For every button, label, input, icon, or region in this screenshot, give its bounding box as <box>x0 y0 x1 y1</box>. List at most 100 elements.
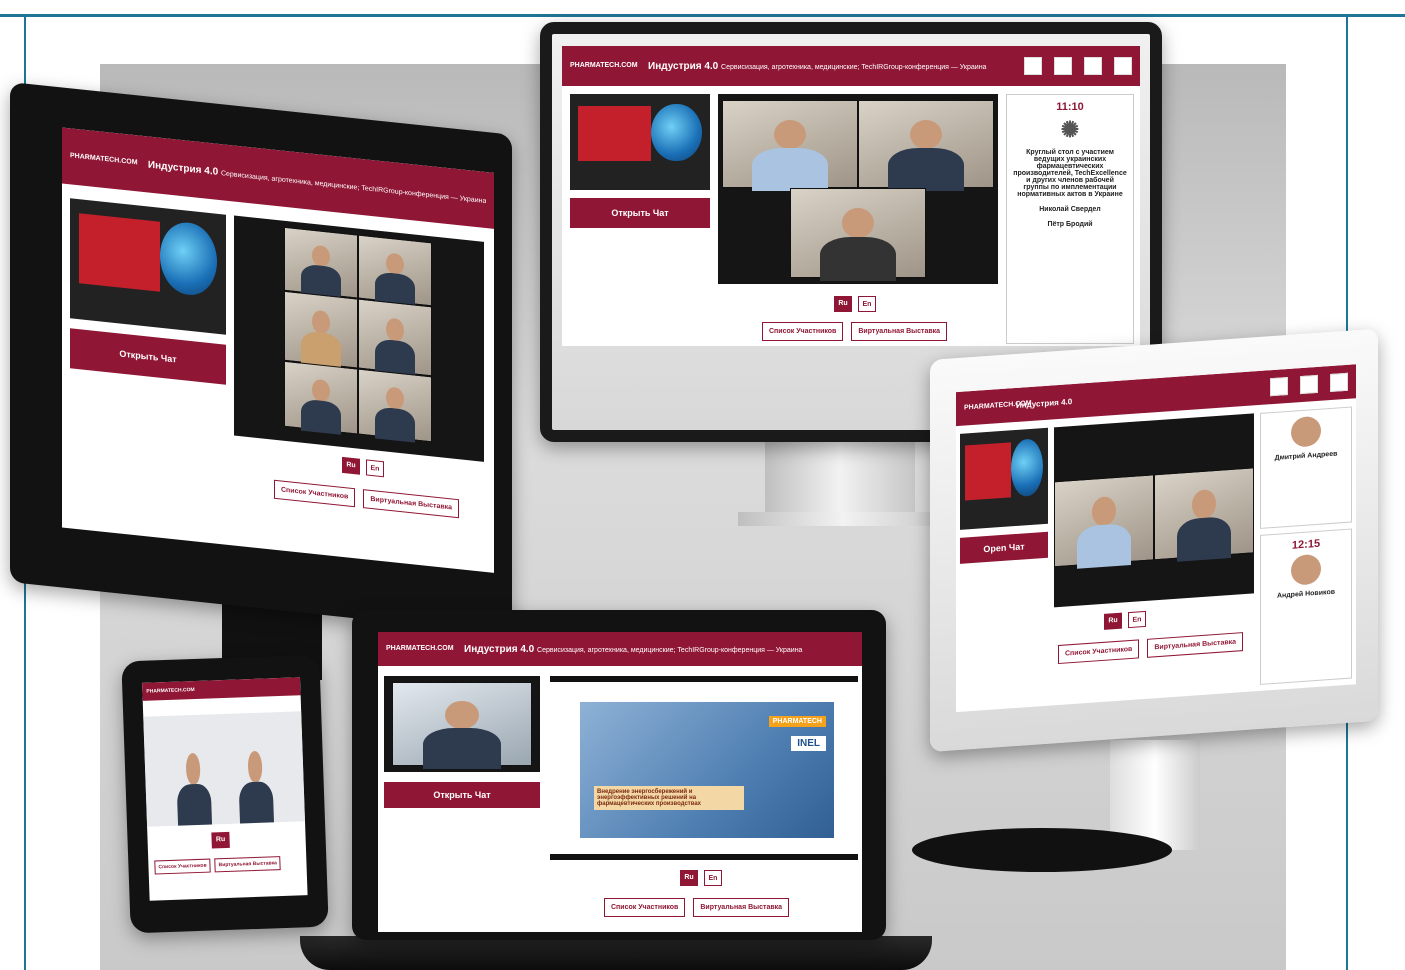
event-poster <box>960 427 1048 530</box>
site-logo: PHARMATECH.COM <box>146 686 195 695</box>
participant-tile <box>358 368 432 443</box>
participant-tile <box>358 234 432 307</box>
lang-en-button[interactable]: En <box>704 870 722 886</box>
lang-ru-button[interactable]: Ru <box>680 870 698 886</box>
lang-en-button[interactable]: En <box>366 459 384 478</box>
top-monitor-stand <box>765 440 915 520</box>
right-monitor: PHARMATECH.COM Индустрия 4.0 Open Чат Ru… <box>930 328 1378 752</box>
avatar <box>1291 553 1321 586</box>
participant-tile <box>224 730 287 827</box>
participants-button[interactable]: Список Участников <box>762 322 844 341</box>
site-logo: PHARMATECH.COM <box>70 152 138 167</box>
event-poster <box>570 94 710 190</box>
action-buttons: Список Участников Виртуальная Выставка <box>604 898 790 917</box>
open-chat-button[interactable]: Open Чат <box>960 531 1048 564</box>
tablet-header: PHARMATECH.COM <box>142 677 301 701</box>
participants-button[interactable]: Список Участников <box>274 479 356 508</box>
open-chat-button[interactable]: Открыть Чат <box>384 782 540 808</box>
speaker-video <box>384 676 540 772</box>
lang-ru-button[interactable]: Ru <box>1104 612 1122 630</box>
participant-tile <box>358 298 432 377</box>
video-grid <box>234 215 484 462</box>
session-text: Круглый стол с участием ведущих украинск… <box>1013 149 1127 198</box>
exhibition-button[interactable]: Виртуальная Выставка <box>363 489 460 519</box>
participant-tile <box>1154 467 1254 562</box>
participant-tile <box>284 290 358 370</box>
participant-tile <box>284 360 358 435</box>
participant-tile <box>722 100 858 192</box>
participant-tile <box>284 226 358 299</box>
open-chat-button[interactable]: Открыть Чат <box>70 328 226 385</box>
lang-ru-button[interactable]: Ru <box>834 296 852 312</box>
lang-ru-button[interactable]: Ru <box>211 831 230 849</box>
schedule-panel: 11:10 ✺ Круглый стол с участием ведущих … <box>1006 94 1134 344</box>
share-icon[interactable] <box>1330 372 1348 393</box>
right-monitor-foot <box>912 828 1172 872</box>
participants-button[interactable]: Список Участников <box>604 898 686 917</box>
laptop: PHARMATECH.COM Индустрия 4.0 Сервисизаци… <box>352 610 886 940</box>
emblem-icon: ✺ <box>1060 117 1080 142</box>
speaker-name: Андрей Новиков <box>1276 588 1336 600</box>
video-grid <box>718 94 998 284</box>
site-logo: PHARMATECH.COM <box>964 399 1032 412</box>
participant-tile <box>858 100 994 192</box>
participants-button[interactable]: Список Участников <box>1058 639 1140 665</box>
event-title: Индустрия 4.0 Сервисизация, агротехника,… <box>648 60 987 72</box>
exhibition-button[interactable]: Виртуальная Выставка <box>1147 632 1244 658</box>
speaker-card: 12:15 Андрей Новиков <box>1260 528 1352 685</box>
event-title: Индустрия 4.0 Сервисизация, агротехника,… <box>147 158 486 205</box>
site-logo: PHARMATECH.COM <box>570 62 638 69</box>
participant-tile <box>162 732 225 827</box>
session-time: 12:15 <box>1291 537 1321 552</box>
share-icon[interactable] <box>1270 376 1288 397</box>
presentation-slide: PHARMATECH INEL Внедрение энергосбережен… <box>580 702 834 838</box>
language-switch: Ru <box>211 831 230 849</box>
action-buttons: Список Участников Виртуальная Выставка <box>762 322 948 341</box>
participant-tile <box>392 682 532 770</box>
participant-tile <box>1054 474 1154 569</box>
slide-partner-logo: INEL <box>791 736 826 751</box>
lang-en-button[interactable]: En <box>858 296 876 312</box>
participants-button[interactable]: Список Участников <box>154 858 211 875</box>
speaker-name-2: Пётр Бродий <box>1047 221 1093 228</box>
left-monitor: PHARMATECH.COM Индустрия 4.0 Сервисизаци… <box>10 82 512 635</box>
participant-tile <box>790 188 926 282</box>
lang-en-button[interactable]: En <box>1128 610 1146 629</box>
session-time: 11:10 <box>1056 101 1084 113</box>
lang-ru-button[interactable]: Ru <box>342 456 360 475</box>
event-title: Индустрия 4.0 <box>1016 396 1073 410</box>
tablet: PHARMATECH.COM Ru Список Участников Вирт… <box>121 654 329 934</box>
exhibition-button[interactable]: Виртуальная Выставка <box>851 322 948 341</box>
share-icon[interactable] <box>1300 374 1318 395</box>
slide-brand: PHARMATECH <box>768 716 826 727</box>
avatar <box>1291 415 1321 448</box>
exhibition-button[interactable]: Виртуальная Выставка <box>693 898 790 917</box>
speaker-card: Дмитрий Андреев <box>1260 406 1352 529</box>
laptop-header: PHARMATECH.COM Индустрия 4.0 Сервисизаци… <box>378 632 862 666</box>
site-logo: PHARMATECH.COM <box>386 645 454 652</box>
exhibition-button[interactable]: Виртуальная Выставка <box>214 856 282 873</box>
slide-caption: Внедрение энергосбережений и энергоэффек… <box>594 786 744 810</box>
action-buttons: Список Участников Виртуальная Выставка <box>154 856 282 875</box>
share-icon[interactable] <box>1084 57 1102 75</box>
share-icon[interactable] <box>1024 57 1042 75</box>
action-buttons: Список Участников Виртуальная Выставка <box>1058 632 1244 665</box>
tablet-screen: PHARMATECH.COM Ru Список Участников Вирт… <box>142 677 308 901</box>
video-grid <box>1054 413 1254 608</box>
speaker-name: Дмитрий Андреев <box>1274 450 1338 462</box>
top-monitor-foot <box>738 512 948 526</box>
language-switch: Ru En <box>342 456 384 478</box>
laptop-base <box>300 936 932 970</box>
share-icon[interactable] <box>1054 57 1072 75</box>
left-monitor-screen: PHARMATECH.COM Индустрия 4.0 Сервисизаци… <box>62 127 494 573</box>
tablet-video <box>143 711 305 827</box>
share-icon[interactable] <box>1114 57 1132 75</box>
action-buttons: Список Участников Виртуальная Выставка <box>274 479 460 519</box>
open-chat-button[interactable]: Открыть Чат <box>570 198 710 228</box>
language-switch: Ru En <box>834 296 876 312</box>
event-title: Индустрия 4.0 Сервисизация, агротехника,… <box>464 643 803 655</box>
top-rule <box>0 14 1405 17</box>
laptop-screen: PHARMATECH.COM Индустрия 4.0 Сервисизаци… <box>378 632 862 932</box>
composite-image: PHARMATECH.COM Индустрия 4.0 Сервисизаци… <box>0 0 1405 970</box>
top-monitor-header: PHARMATECH.COM Индустрия 4.0 Сервисизаци… <box>562 46 1140 86</box>
